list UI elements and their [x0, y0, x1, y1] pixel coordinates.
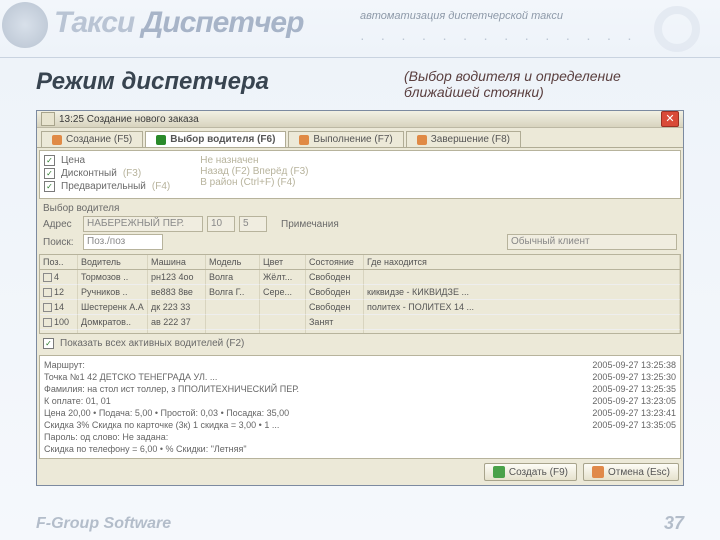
table-row[interactable]: 4Тормозов ..рн123 4ооВолгаЖёлт...Свободе…	[40, 270, 680, 285]
d-l2: Точка №1 42 ДЕТСКО ТЕНЕГРАДА УЛ. ...	[44, 371, 556, 383]
tab-finish-label: Завершение (F8)	[431, 134, 510, 145]
status-unassigned: Не назначен	[200, 155, 308, 166]
company: F-Group Software	[36, 515, 171, 533]
decorative-dots: · · · · · · · · · · · · · ·	[360, 30, 638, 46]
row-chk[interactable]	[43, 273, 52, 282]
chk-price[interactable]	[44, 155, 55, 166]
status-nav: Назад (F2) Вперёд (F3)	[200, 166, 308, 177]
tagline: автоматизация диспетчерской такси	[360, 10, 563, 22]
app-window: 13:25 Создание нового заказа ✕ Создание …	[36, 110, 684, 486]
close-button[interactable]: ✕	[661, 111, 679, 127]
window-title: 13:25 Создание нового заказа	[59, 114, 661, 125]
chk-showall[interactable]	[43, 338, 54, 349]
footer: F-Group Software 37	[36, 513, 684, 534]
d-l6: Скидка 3% Скидка по карточке (3к) 1 скид…	[44, 419, 556, 431]
d-t6: 2005-09-27 13:35:05	[556, 419, 676, 431]
tab-finish-icon	[417, 135, 427, 145]
table-row[interactable]: 12Ручников ..ве883 8веВолга Г..Сере...Св…	[40, 285, 680, 300]
table-row[interactable]: 14Шестеренк А.Адк 223 33Свободенполитех …	[40, 300, 680, 315]
col-loc: Где находится	[364, 255, 680, 269]
col-model: Модель	[206, 255, 260, 269]
d-l4: К оплате: 01, 01	[44, 395, 556, 407]
decorative-ring	[654, 6, 700, 52]
button-row: Создать (F9) Отмена (Esc)	[37, 459, 683, 485]
d-t3: 2005-09-27 13:25:35	[556, 383, 676, 395]
tab-driver-icon	[156, 135, 166, 145]
chk-discount-label: Дисконтный	[61, 168, 117, 179]
num1-field: 10	[207, 216, 235, 232]
status-region: В район (Ctrl+F) (F4)	[200, 177, 308, 188]
create-button[interactable]: Создать (F9)	[484, 463, 577, 481]
order-details: Маршрут: Точка №1 42 ДЕТСКО ТЕНЕГРАДА УЛ…	[39, 355, 681, 459]
d-t2: 2005-09-27 13:25:30	[556, 371, 676, 383]
tab-create-icon	[52, 135, 62, 145]
grid-header: Поз.. Водитель Машина Модель Цвет Состоя…	[40, 255, 680, 270]
page-number: 37	[664, 513, 684, 534]
chk-discount[interactable]	[44, 168, 55, 179]
brand: Такси Диспетчер	[54, 6, 303, 40]
d-l3: Фамилия: на стол ист толлер, з ППОЛИТЕХН…	[44, 383, 556, 395]
table-row[interactable]: 100Домкратов..ав 222 37Занят	[40, 315, 680, 330]
options-panel: Цена Дисконтный(F3) Предварительный(F4) …	[39, 150, 681, 199]
chk-showall-label: Показать всех активных водителей (F2)	[60, 338, 244, 349]
note-field: Обычный клиент	[507, 234, 677, 250]
tab-exec-label: Выполнение (F7)	[313, 134, 392, 145]
chk-pre-label: Предварительный	[61, 181, 146, 192]
chk-price-label: Цена	[61, 155, 85, 166]
row-chk[interactable]	[43, 303, 52, 312]
address-label: Адрес	[43, 219, 79, 230]
tab-finish[interactable]: Завершение (F8)	[406, 131, 521, 147]
drivers-grid[interactable]: Поз.. Водитель Машина Модель Цвет Состоя…	[39, 254, 681, 334]
search-input[interactable]: Поз./поз	[83, 234, 163, 250]
address-field: НАБЕРЕЖНЫЙ ПЕР.	[83, 216, 203, 232]
driver-select-group: Выбор водителя Адрес НАБЕРЕЖНЫЙ ПЕР. 10 …	[37, 201, 683, 252]
tab-driver[interactable]: Выбор водителя (F6)	[145, 131, 286, 147]
window-icon	[41, 112, 55, 126]
col-state: Состояние	[306, 255, 364, 269]
row-chk[interactable]	[43, 333, 52, 335]
d-t5: 2005-09-27 13:23:41	[556, 407, 676, 419]
status-col: Не назначен Назад (F2) Вперёд (F3) В рай…	[200, 155, 308, 194]
tab-create[interactable]: Создание (F5)	[41, 131, 143, 147]
cancel-button[interactable]: Отмена (Esc)	[583, 463, 679, 481]
slide-header: Такси Диспетчер автоматизация диспетчерс…	[0, 0, 720, 58]
table-row[interactable]: 3Фарискин А ..оо 33 45Занят	[40, 330, 680, 334]
d-t4: 2005-09-27 13:23:05	[556, 395, 676, 407]
row-chk[interactable]	[43, 288, 52, 297]
cancel-label: Отмена (Esc)	[608, 467, 670, 478]
tab-exec-icon	[299, 135, 309, 145]
search-label: Поиск:	[43, 237, 79, 248]
tab-exec[interactable]: Выполнение (F7)	[288, 131, 403, 147]
page-title: Режим диспетчера	[36, 68, 269, 96]
col-color: Цвет	[260, 255, 306, 269]
d-l8: Скидка по телефону = 6,00 • % Скидки: "Л…	[44, 443, 556, 455]
title-row: Режим диспетчера (Выбор водителя и опред…	[0, 58, 720, 106]
col-pos: Поз..	[40, 255, 78, 269]
create-label: Создать (F9)	[509, 467, 568, 478]
col-driver: Водитель	[78, 255, 148, 269]
tab-bar: Создание (F5) Выбор водителя (F6) Выполн…	[37, 128, 683, 148]
avatar	[2, 2, 48, 48]
tab-driver-label: Выбор водителя (F6)	[170, 134, 275, 145]
num2-field: 5	[239, 216, 267, 232]
d-l5: Цена 20,00 • Подача: 5,00 • Простой: 0,0…	[44, 407, 556, 419]
cancel-icon	[592, 466, 604, 478]
page-subtitle: (Выбор водителя и определение ближайшей …	[404, 68, 684, 100]
brand-word-2: Диспетчер	[142, 6, 304, 39]
create-icon	[493, 466, 505, 478]
note-label: Примечания	[281, 219, 339, 230]
titlebar: 13:25 Создание нового заказа ✕	[37, 111, 683, 128]
d-l1: Маршрут:	[44, 359, 556, 371]
d-l7: Пароль: од слово: Не задана:	[44, 431, 556, 443]
row-chk[interactable]	[43, 318, 52, 327]
brand-word-1: Такси	[54, 6, 134, 39]
col-car: Машина	[148, 255, 206, 269]
group-label: Выбор водителя	[43, 203, 677, 214]
chk-pre[interactable]	[44, 181, 55, 192]
tab-create-label: Создание (F5)	[66, 134, 132, 145]
d-t1: 2005-09-27 13:25:38	[556, 359, 676, 371]
